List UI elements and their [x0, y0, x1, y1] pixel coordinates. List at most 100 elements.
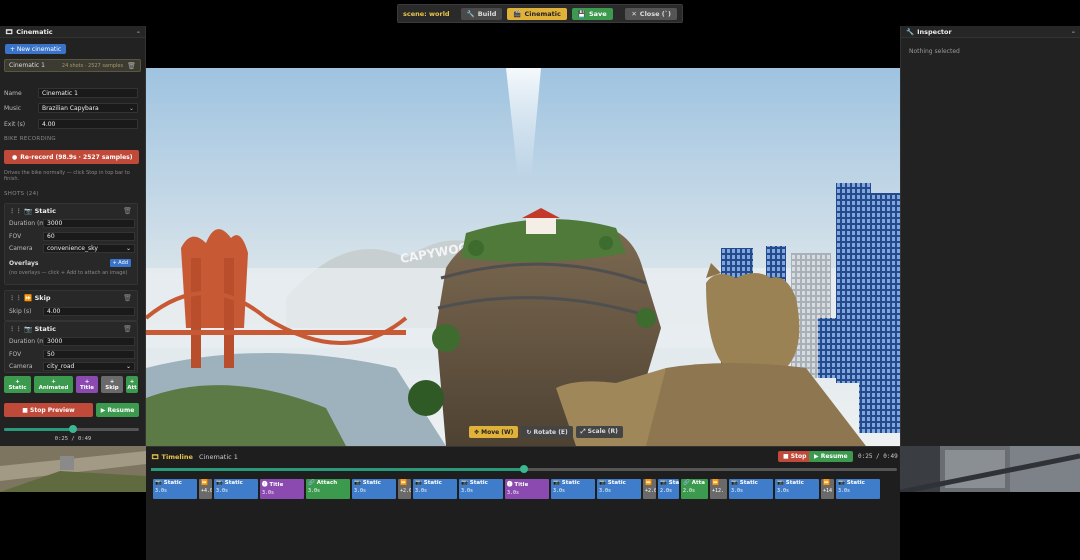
camera-select[interactable]: convenience_sky ⌄	[43, 244, 135, 253]
exit-input[interactable]: 4.00	[38, 119, 138, 129]
timeline-clip-title[interactable]: 🅣 Title 3.0s	[505, 479, 549, 499]
cinematic-list-item[interactable]: Cinematic 1 24 shots · 2527 samples 🗑	[4, 59, 141, 72]
film-icon: 🎬	[513, 9, 522, 18]
music-row: Music	[4, 104, 22, 112]
timeline-clip-static[interactable]: 📷 Static 3.0s	[729, 479, 773, 499]
camera-icon: 📷	[24, 325, 33, 333]
bike-recording-header: BIKE RECORDING	[4, 136, 56, 142]
drag-handle-icon[interactable]: ⋮⋮	[9, 207, 22, 215]
clip-duration: +14	[823, 488, 833, 494]
timeline-scrubber-handle[interactable]	[520, 465, 528, 473]
music-select[interactable]: Brazilian Capybara ⌄	[38, 103, 138, 113]
timeline-clip-skip[interactable]: ⏩ +2.0	[398, 479, 411, 499]
resume-button[interactable]: ▶ Resume	[96, 403, 139, 417]
camera-label: Camera	[9, 363, 33, 370]
stop-preview-button[interactable]: ■ Stop Preview	[4, 403, 93, 417]
minimize-button[interactable]: –	[137, 28, 140, 36]
timeline-clip-static[interactable]: 📷 Static 3.0s	[459, 479, 503, 499]
trash-icon[interactable]: 🗑	[127, 62, 136, 70]
cinematic-panel-header: 🎞 Cinematic –	[0, 26, 145, 38]
scene-label: scene: world	[403, 9, 450, 18]
add-static-button[interactable]: + Static	[4, 376, 31, 393]
timeline-clip-static[interactable]: 📷 Sta 2.0s	[658, 479, 679, 499]
minimize-button[interactable]: –	[1072, 28, 1075, 36]
clip-duration: 3.0s	[507, 490, 520, 496]
cinematic-button[interactable]: 🎬 Cinematic	[507, 7, 567, 20]
trash-icon[interactable]: 🗑	[123, 294, 132, 302]
clip-duration: 3.0s	[155, 488, 168, 494]
close-button[interactable]: ✕ Close (`)	[625, 7, 677, 20]
clip-duration: 3.0s	[354, 488, 367, 494]
clip-title: 📷 Static	[216, 480, 243, 486]
clip-duration: 3.0s	[777, 488, 790, 494]
scene-viewport[interactable]: CAPYWOOD	[146, 68, 900, 446]
timeline-stop-button[interactable]: ■ Stop	[778, 451, 812, 462]
clip-title: ⏩	[400, 480, 407, 486]
timeline-clip-skip[interactable]: ⏩ +4.0	[199, 479, 212, 499]
fov-input[interactable]: 60	[43, 232, 135, 241]
preview-controls: ■ Stop Preview ▶ Resume	[4, 403, 139, 417]
duration-input[interactable]: 3000	[43, 219, 135, 228]
clip-duration: 3.0s	[461, 488, 474, 494]
timeline-clip-static[interactable]: 📷 Static 3.0s	[153, 479, 197, 499]
rotate-tool-button[interactable]: ↻ Rotate (E)	[521, 426, 573, 438]
camera-select[interactable]: city_road ⌄	[43, 362, 135, 371]
camera-label: Camera	[9, 245, 33, 252]
app-root: scene: world 🔧 Build 🎬 Cinematic 💾 Save …	[0, 0, 1080, 560]
timeline-scrubber-fill	[151, 468, 524, 471]
add-animated-button[interactable]: + Animated	[34, 376, 73, 393]
trash-icon[interactable]: 🗑	[123, 207, 132, 215]
timeline-clip-title[interactable]: 🅣 Title 3.0s	[260, 479, 304, 499]
clip-title: 📷 Static	[838, 480, 865, 486]
name-input[interactable]: Cinematic 1	[38, 88, 138, 98]
add-skip-button[interactable]: + Skip	[101, 376, 123, 393]
clip-duration: 2.0s	[660, 488, 673, 494]
clip-title: 📷 Static	[731, 480, 758, 486]
rerecord-button[interactable]: ● Re-record (98.9s · 2527 samples)	[4, 150, 139, 164]
timeline-time: 0:25 / 0:49	[858, 453, 898, 460]
timeline-clip-static[interactable]: 📷 Static 3.0s	[836, 479, 880, 499]
clip-title: 🔗 Atta	[683, 480, 705, 486]
move-tool-button[interactable]: ✥ Move (W)	[469, 426, 519, 438]
clip-duration: 3.0s	[415, 488, 428, 494]
preview-scrubber[interactable]	[4, 425, 139, 433]
build-button[interactable]: 🔧 Build	[460, 7, 503, 20]
clip-title: 📷 Static	[461, 480, 488, 486]
duration-input[interactable]: 3000	[43, 337, 135, 346]
timeline-clip-skip[interactable]: ⏩ +12.	[710, 479, 727, 499]
timeline-clip-skip[interactable]: ⏩ +2.0	[643, 479, 656, 499]
cinematic-meta: 24 shots · 2527 samples	[61, 62, 124, 69]
timeline-clip-static[interactable]: 📷 Static 3.0s	[352, 479, 396, 499]
scrubber-handle[interactable]	[68, 425, 77, 433]
timeline-panel: 🎞 Timeline Cinematic 1 ■ Stop ▶ Resume 0…	[146, 446, 900, 560]
timeline-clip-static[interactable]: 📷 Static 3.0s	[775, 479, 819, 499]
scene-render: CAPYWOOD	[146, 68, 900, 446]
timeline-clip-skip[interactable]: ⏩ +14	[821, 479, 834, 499]
new-cinematic-button[interactable]: + New cinematic	[5, 44, 67, 54]
scale-tool-button[interactable]: ⤢ Scale (R)	[575, 426, 623, 438]
add-attach-button[interactable]: + Att	[126, 376, 138, 393]
timeline-clip-static[interactable]: 📷 Static 3.0s	[597, 479, 641, 499]
trash-icon[interactable]: 🗑	[123, 325, 132, 333]
fov-input[interactable]: 50	[43, 350, 135, 359]
timeline-scrubber[interactable]	[151, 465, 897, 473]
skip-input[interactable]: 4.00	[43, 307, 135, 316]
clip-duration: +2.0	[645, 488, 656, 494]
timeline-clip-static[interactable]: 📷 Static 3.0s	[551, 479, 595, 499]
add-overlay-button[interactable]: + Add	[109, 259, 131, 267]
timeline-clip-attach[interactable]: 🔗 Attach 3.0s	[306, 479, 350, 499]
wrench-icon: 🔧	[906, 27, 915, 36]
inspector-header: 🔧 Inspector –	[901, 26, 1080, 38]
fov-label: FOV	[9, 351, 22, 358]
chevron-down-icon: ⌄	[128, 104, 134, 112]
clip-duration: 3.0s	[599, 488, 612, 494]
add-title-button[interactable]: + Title	[76, 376, 98, 393]
timeline-resume-button[interactable]: ▶ Resume	[809, 451, 853, 462]
timeline-clip-static[interactable]: 📷 Static 3.0s	[413, 479, 457, 499]
drag-handle-icon[interactable]: ⋮⋮	[9, 294, 22, 302]
drag-handle-icon[interactable]: ⋮⋮	[9, 325, 22, 333]
skip-label: Skip (s)	[9, 308, 32, 315]
timeline-clip-attach[interactable]: 🔗 Atta 2.0s	[681, 479, 708, 499]
timeline-clip-static[interactable]: 📷 Static 3.0s	[214, 479, 258, 499]
save-button[interactable]: 💾 Save	[571, 7, 613, 20]
